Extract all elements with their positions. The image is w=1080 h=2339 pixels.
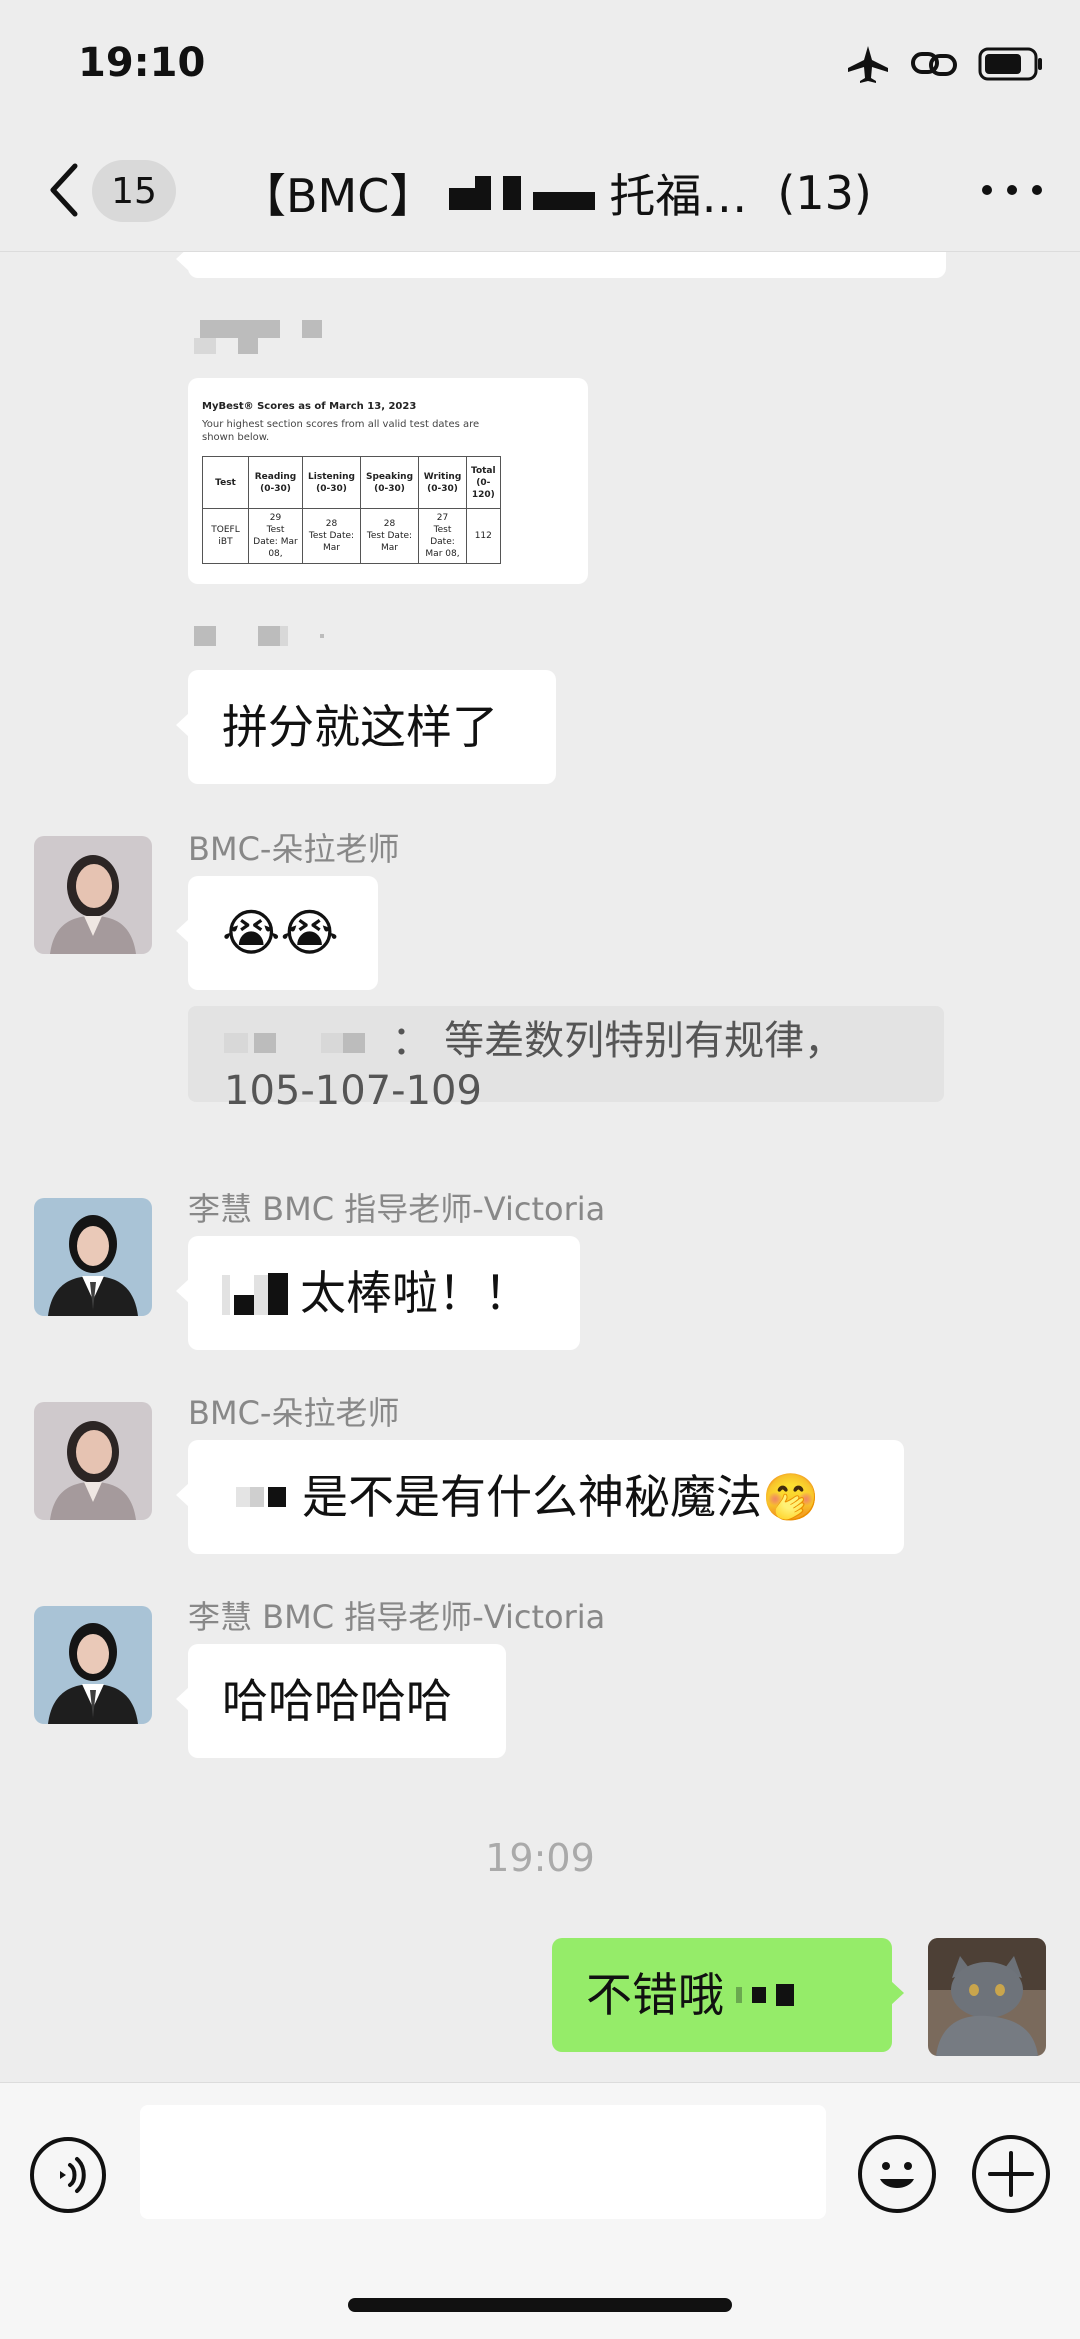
avatar-photo [34, 1402, 152, 1520]
message-input[interactable] [140, 2105, 826, 2219]
message-bubble[interactable]: 哈哈哈哈哈 [188, 1644, 506, 1758]
avatar[interactable] [34, 836, 152, 954]
message-text: 不错哦 [586, 1968, 724, 2022]
quoted-message[interactable]: ： 等差数列特别有规律，105-107-109 [188, 1006, 944, 1114]
quoted-text: ： 等差数列特别有规律，105-107-109 [224, 1018, 845, 1114]
more-button[interactable] [982, 170, 1042, 210]
redacted-name [449, 176, 596, 210]
chat-title-suffix: 托福… [609, 169, 748, 223]
more-dot [1007, 185, 1017, 195]
emoji-button[interactable] [858, 2135, 936, 2213]
status-time: 19:10 [78, 40, 206, 86]
airplane-icon [848, 46, 888, 83]
emoji-message: 😭😭 [222, 904, 339, 962]
plus-icon [988, 2151, 1034, 2197]
chevron-left-icon [50, 163, 78, 217]
score-table-row: TOEFL iBT 29 Test Date: Mar 08, 28 Test Da… [202, 508, 501, 564]
plus-button[interactable] [972, 2135, 1050, 2213]
own-avatar[interactable] [928, 1938, 1046, 2056]
own-message-bubble[interactable]: 不错哦 [552, 1938, 892, 2052]
header-speaking: Speaking (0-30) [360, 456, 419, 509]
redacted-sender [194, 626, 334, 648]
message-bubble[interactable]: 太棒啦！！ [188, 1236, 580, 1350]
chat-header: 15 【BMC】 托福… (13) [0, 130, 1080, 252]
link-icon [911, 52, 957, 76]
avatar[interactable] [34, 1402, 152, 1520]
sender-name: BMC-朵拉老师 [188, 830, 400, 868]
more-dot [982, 185, 992, 195]
chat-title[interactable]: 【BMC】 托福… (13) [240, 160, 872, 226]
sender-name: BMC-朵拉老师 [188, 1394, 400, 1432]
status-icons [846, 44, 1044, 84]
back-button[interactable] [38, 160, 90, 220]
header-total: Total (0-120) [466, 456, 501, 509]
cell-total: 112 [466, 508, 501, 564]
voice-icon [60, 2157, 86, 2193]
cell-listening: 28 Test Date: Mar [302, 508, 361, 564]
message-bubble[interactable]: 😭😭 [188, 876, 378, 990]
score-table: Test Reading (0-30) Listening (0-30) Spe… [202, 456, 501, 564]
chat-messages[interactable]: MyBest® Scores as of March 13, 2023 Your… [0, 252, 1080, 2082]
member-count: (13) [777, 166, 872, 220]
header-reading: Reading (0-30) [248, 456, 303, 509]
header-writing: Writing (0-30) [418, 456, 467, 509]
home-indicator [348, 2298, 732, 2312]
voice-button[interactable] [30, 2137, 106, 2213]
cell-reading: 29 Test Date: Mar 08, [248, 508, 303, 564]
emoji-icon [880, 2162, 914, 2188]
status-bar: 19:10 [0, 0, 1080, 130]
avatar[interactable] [34, 1198, 152, 1316]
cat-avatar-photo [928, 1938, 1046, 2056]
message-text: 太棒啦！！ [300, 1266, 530, 1320]
cell-speaking: 28 Test Date: Mar [360, 508, 419, 564]
message-text: 哈哈哈哈哈 [222, 1674, 452, 1728]
avatar-photo [34, 836, 152, 954]
avatar-photo [34, 1198, 152, 1316]
message-bubble-clipped[interactable] [188, 252, 946, 278]
more-dot [1032, 185, 1042, 195]
unread-count-badge[interactable]: 15 [92, 160, 176, 222]
sender-name: 李慧 BMC 指导老师-Victoria [188, 1598, 606, 1636]
redacted-sender [194, 320, 324, 354]
sender-name: 李慧 BMC 指导老师-Victoria [188, 1190, 606, 1228]
redacted-mention [736, 1973, 794, 2017]
chat-title-prefix: 【BMC】 [240, 169, 436, 223]
avatar-photo [34, 1606, 152, 1724]
message-bubble[interactable]: 是不是有什么神秘魔法🤭 [188, 1440, 904, 1554]
header-test: Test [202, 456, 249, 509]
score-report-image[interactable]: MyBest® Scores as of March 13, 2023 Your… [188, 378, 588, 584]
timestamp: 19:09 [485, 1836, 595, 1880]
redacted-mention [222, 1271, 288, 1315]
message-text: 拼分就这样了 [222, 700, 498, 754]
message-bubble[interactable]: 拼分就这样了 [188, 670, 556, 784]
score-report-subtitle: Your highest section scores from all val… [202, 419, 480, 443]
avatar[interactable] [34, 1606, 152, 1724]
cell-test: TOEFL iBT [202, 508, 249, 564]
message-text: 是不是有什么神秘魔法🤭 [302, 1470, 820, 1524]
score-report-title: MyBest® Scores as of March 13, 2023 [202, 401, 417, 412]
redacted-mention [236, 1475, 286, 1519]
header-listening: Listening (0-30) [302, 456, 361, 509]
battery-icon [978, 47, 1042, 81]
cell-writing: 27 Test Date: Mar 08, [418, 508, 467, 564]
score-table-header: Test Reading (0-30) Listening (0-30) Spe… [202, 456, 501, 509]
